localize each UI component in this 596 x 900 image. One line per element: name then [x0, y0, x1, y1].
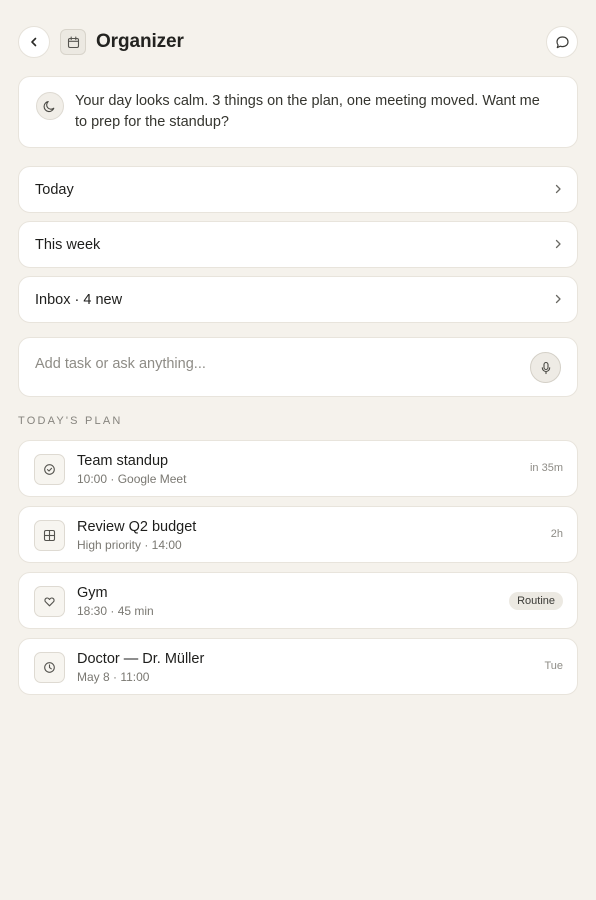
nav-item-label: Inbox · 4 new [35, 292, 123, 308]
nav-item-inbox[interactable]: Inbox · 4 new [18, 276, 578, 323]
moon-icon [36, 92, 64, 120]
summary-card: Your day looks calm. 3 things on the pla… [18, 76, 578, 148]
chevron-right-icon [553, 293, 563, 305]
app-icon [60, 29, 86, 55]
section-label: TODAY'S PLAN [18, 415, 123, 427]
nav-item-this-week[interactable]: This week [18, 221, 578, 268]
chat-bubble-icon [555, 35, 570, 50]
plan-item-subtitle: May 8 · 11:00 [77, 670, 150, 684]
nav-item-label: This week [35, 237, 101, 253]
plan-item-title: Gym [77, 585, 108, 601]
plan-item-subtitle: 10:00 · Google Meet [77, 472, 187, 486]
plan-item-review-q2-budget[interactable]: Review Q2 budget High priority · 14:00 2… [18, 506, 578, 563]
task-input[interactable] [35, 356, 515, 372]
grid-icon [34, 520, 65, 551]
plan-item-title: Team standup [77, 453, 169, 469]
plan-item-subtitle: High priority · 14:00 [77, 538, 182, 552]
plan-item-doctor[interactable]: Doctor — Dr. Müller May 8 · 11:00 Tue [18, 638, 578, 695]
microphone-icon [540, 361, 552, 375]
heart-icon [34, 586, 65, 617]
plan-item-time: Tue [544, 660, 563, 672]
clock-icon [34, 652, 65, 683]
task-input-card [18, 337, 578, 397]
page-title: Organizer [96, 31, 184, 52]
routine-badge: Routine [509, 592, 563, 610]
plan-item-subtitle: 18:30 · 45 min [77, 604, 154, 618]
microphone-button[interactable] [530, 352, 561, 383]
plan-item-gym[interactable]: Gym 18:30 · 45 min Routine [18, 572, 578, 629]
plan-item-team-standup[interactable]: Team standup 10:00 · Google Meet in 35m [18, 440, 578, 497]
nav-item-label: Today [35, 182, 74, 198]
check-circle-icon [34, 454, 65, 485]
chevron-right-icon [553, 183, 563, 195]
chevron-right-icon [553, 238, 563, 250]
chat-button[interactable] [546, 26, 578, 58]
plan-item-title: Review Q2 budget [77, 519, 197, 535]
plan-item-time: in 35m [529, 462, 563, 474]
back-button[interactable] [18, 26, 50, 58]
chevron-left-icon [28, 36, 40, 48]
plan-item-time: 2h [550, 528, 563, 540]
plan-item-title: Doctor — Dr. Müller [77, 651, 205, 667]
summary-message: Your day looks calm. 3 things on the pla… [75, 93, 540, 130]
calendar-icon [67, 35, 80, 49]
nav-item-today[interactable]: Today [18, 166, 578, 213]
